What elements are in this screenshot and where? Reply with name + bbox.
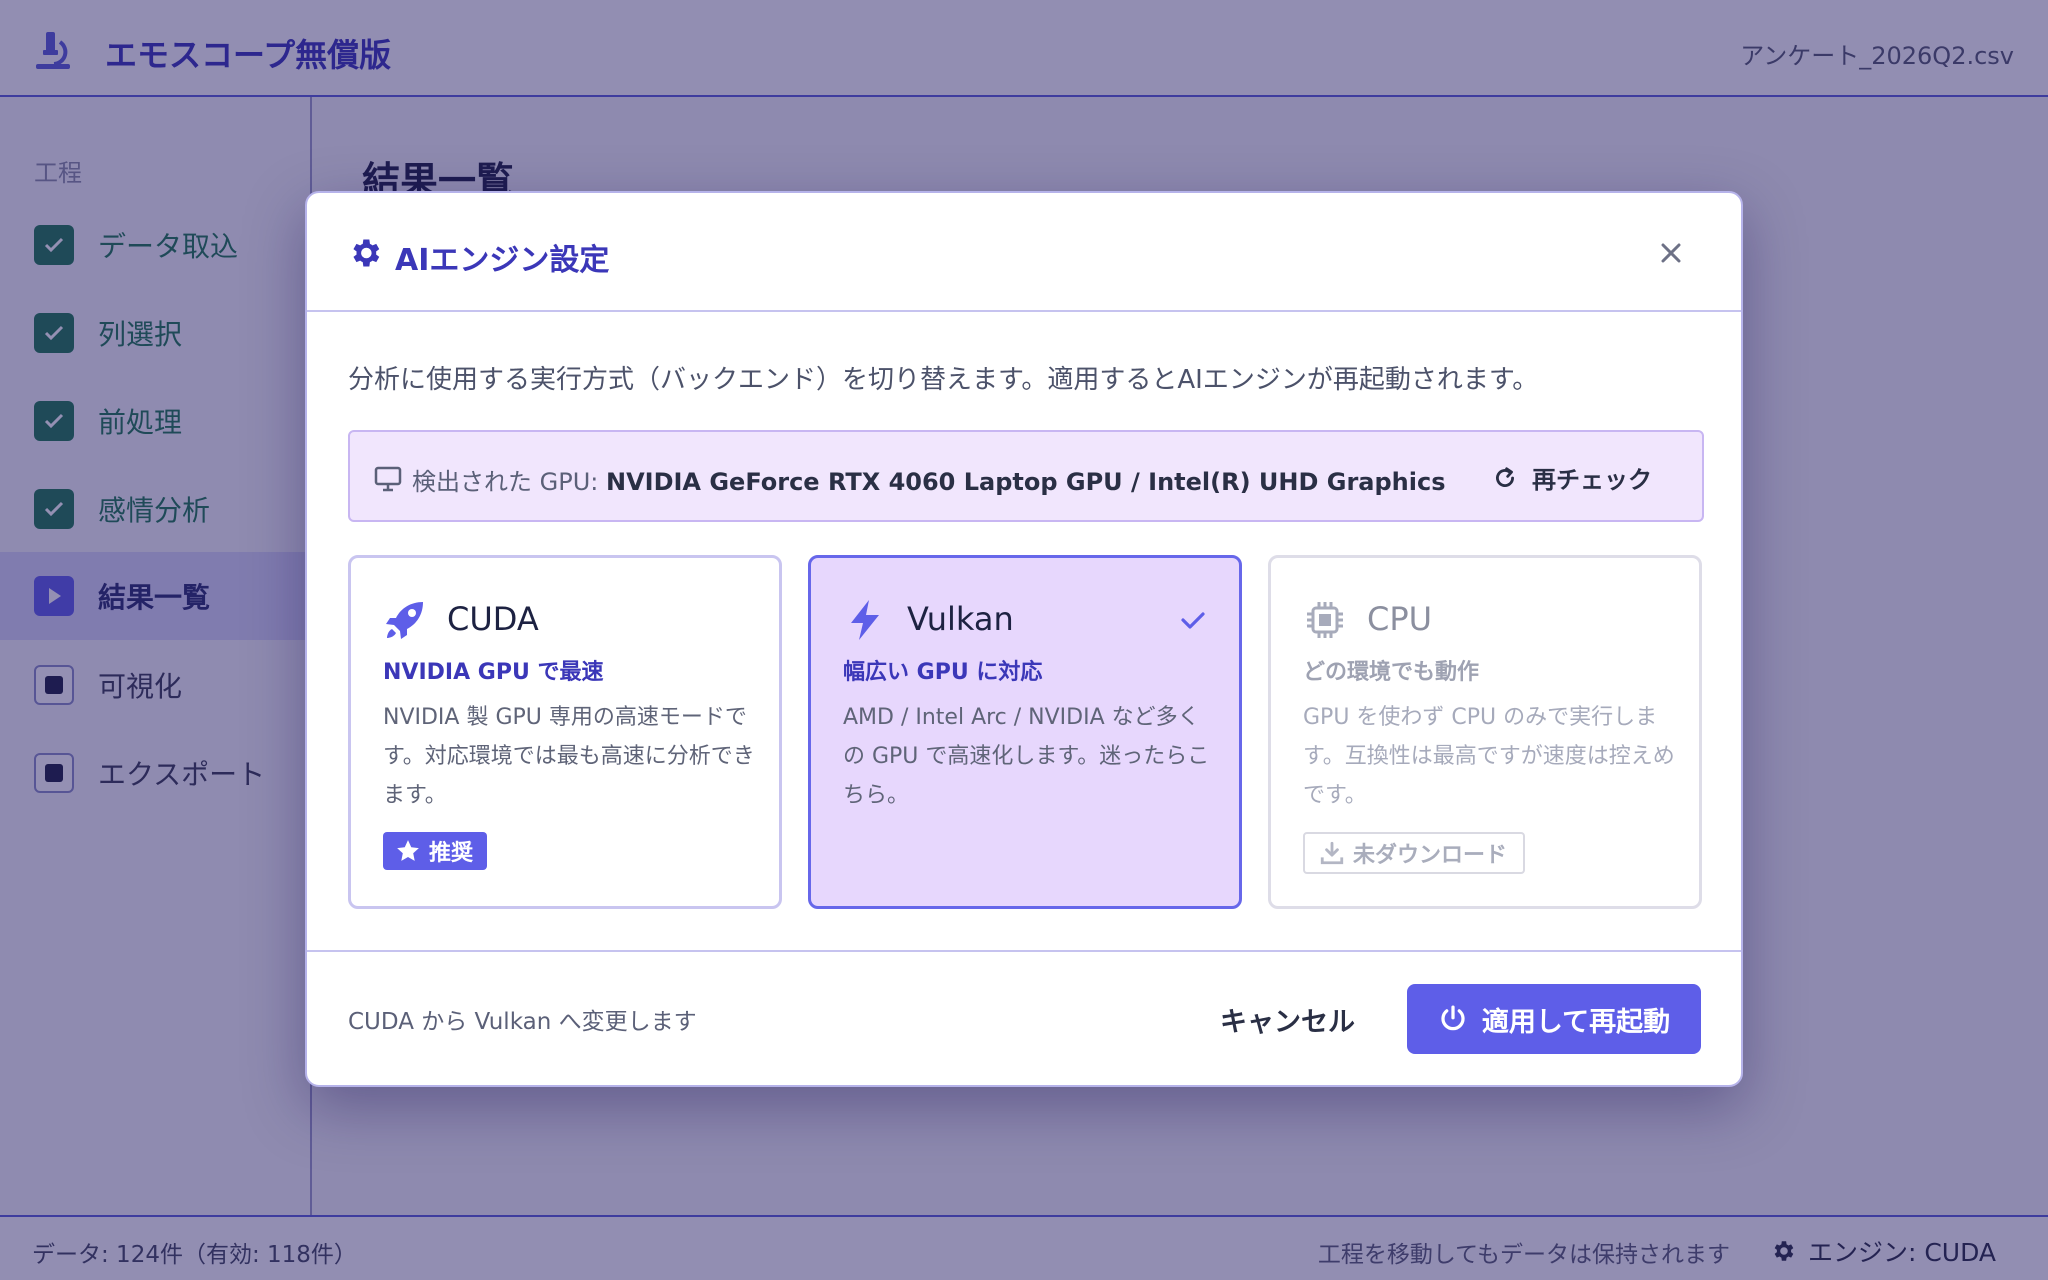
- lightning-bolt-icon: [851, 600, 879, 640]
- option-description: AMD / Intel Arc / NVIDIA など多くの GPU で高速化し…: [843, 705, 1210, 808]
- option-subtitle: どの環境でも動作: [1303, 660, 1480, 685]
- cancel-button[interactable]: キャンセル: [1220, 1000, 1355, 1039]
- rocket-icon: [386, 602, 423, 639]
- ai-engine-settings-dialog: AIエンジン設定 分析に使用する実行方式（バックエンド）を切り替えます。適用する…: [305, 191, 1743, 1087]
- detected-gpu-banner: 検出された GPU: NVIDIA GeForce RTX 4060 Lapto…: [348, 430, 1704, 522]
- close-button[interactable]: [1651, 233, 1691, 273]
- cpu-chip-icon: [1307, 602, 1343, 638]
- recheck-label: 再チェック: [1532, 466, 1652, 494]
- backend-option-cpu[interactable]: CPU どの環境でも動作 GPU を使わず CPU のみで実行します。互換性は最…: [1268, 555, 1702, 909]
- close-icon: [1661, 243, 1681, 263]
- star-icon: [397, 840, 419, 861]
- option-subtitle: 幅広い GPU に対応: [843, 660, 1043, 685]
- detected-gpu-label: 検出された GPU:: [412, 468, 606, 496]
- option-description: NVIDIA 製 GPU 専用の高速モードです。対応環境では最も高速に分析できま…: [383, 705, 755, 808]
- dialog-description: 分析に使用する実行方式（バックエンド）を切り替えます。適用するとAIエンジンが再…: [348, 365, 1539, 395]
- not-downloaded-badge: 未ダウンロード: [1303, 832, 1526, 874]
- dialog-header: AIエンジン設定: [307, 193, 1741, 312]
- change-summary: CUDA から Vulkan へ変更します: [348, 1009, 697, 1035]
- option-title: CPU: [1367, 600, 1433, 638]
- recommended-badge: 推奨: [383, 832, 488, 870]
- power-icon: [1441, 1005, 1465, 1031]
- not-downloaded-label: 未ダウンロード: [1353, 843, 1508, 868]
- recheck-button[interactable]: 再チェック: [1492, 460, 1652, 495]
- refresh-icon: [1496, 466, 1514, 487]
- option-subtitle: NVIDIA GPU で最速: [383, 660, 604, 685]
- apply-button-label: 適用して再起動: [1481, 1006, 1671, 1038]
- download-icon: [1320, 841, 1344, 865]
- dialog-title: AIエンジン設定: [395, 243, 610, 278]
- detected-gpu-text: 検出された GPU: NVIDIA GeForce RTX 4060 Lapto…: [412, 462, 1446, 497]
- gear-icon: [353, 239, 380, 267]
- monitor-icon: [374, 466, 402, 492]
- dialog-footer: CUDA から Vulkan へ変更します キャンセル 適用して再起動: [307, 950, 1741, 1085]
- detected-gpu-value: NVIDIA GeForce RTX 4060 Laptop GPU / Int…: [605, 468, 1446, 496]
- option-description: GPU を使わず CPU のみで実行します。互換性は最高ですが速度は控えめです。: [1303, 705, 1675, 808]
- backend-option-cuda[interactable]: CUDA NVIDIA GPU で最速 NVIDIA 製 GPU 専用の高速モー…: [348, 555, 782, 909]
- recommended-badge-label: 推奨: [429, 841, 474, 866]
- selected-check-icon: [1181, 612, 1205, 629]
- apply-and-restart-button[interactable]: 適用して再起動: [1407, 984, 1701, 1054]
- backend-option-vulkan[interactable]: Vulkan 幅広い GPU に対応 AMD / Intel Arc / NVI…: [808, 555, 1242, 909]
- option-title: CUDA: [447, 600, 539, 638]
- option-title: Vulkan: [907, 600, 1014, 638]
